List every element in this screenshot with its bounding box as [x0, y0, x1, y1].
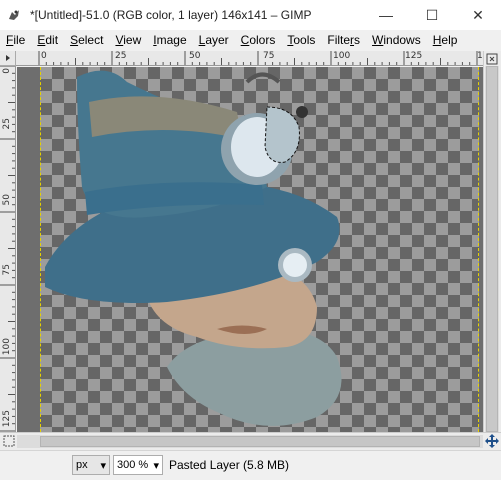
image-menu-button[interactable]	[0, 51, 16, 66]
move-arrows-icon	[485, 434, 499, 448]
canvas-area[interactable]	[17, 67, 483, 432]
menu-view[interactable]: View	[109, 30, 147, 50]
selection-outline	[264, 106, 300, 163]
ruler-label: 125	[2, 410, 12, 428]
horizontal-ruler[interactable]: 0 25 50 75 100 125 150	[16, 51, 483, 66]
ruler-label: 25	[115, 51, 127, 61]
ruler-label: 0	[41, 51, 47, 61]
ruler-label: 50	[189, 51, 201, 61]
goggle-knob	[296, 106, 308, 118]
quick-mask-toggle[interactable]	[2, 434, 16, 448]
unit-select[interactable]: px ▾	[72, 455, 110, 475]
horizontal-scrollbar[interactable]	[17, 435, 483, 448]
title-bar: *[Untitled]-51.0 (RGB color, 1 layer) 14…	[0, 0, 501, 30]
menu-layer[interactable]: Layer	[193, 30, 235, 50]
vertical-ruler[interactable]: 0 25 50 75 100 125	[0, 66, 16, 432]
menu-filters[interactable]: Filters	[321, 30, 366, 50]
zoom-image-button[interactable]	[484, 52, 500, 66]
ruler-label: 0	[2, 68, 12, 74]
menu-image[interactable]: Image	[147, 30, 192, 50]
gimp-logo-icon	[0, 0, 28, 30]
ruler-label: 125	[405, 51, 423, 61]
navigate-image-button[interactable]	[484, 433, 500, 449]
menu-colors[interactable]: Colors	[235, 30, 282, 50]
menu-tools[interactable]: Tools	[281, 30, 321, 50]
menu-windows[interactable]: Windows	[366, 30, 427, 50]
vertical-scrollbar[interactable]	[485, 66, 499, 432]
goggle-strap	[245, 72, 281, 84]
ruler-label: 75	[263, 51, 275, 61]
menu-edit[interactable]: Edit	[31, 30, 64, 50]
ruler-label: 100	[2, 338, 12, 356]
minimize-button[interactable]: —	[363, 0, 409, 30]
vertical-scrollbar-thumb[interactable]	[486, 66, 498, 432]
window-title: *[Untitled]-51.0 (RGB color, 1 layer) 14…	[30, 8, 312, 22]
chevron-down-icon: ▾	[153, 459, 159, 472]
ruler-label: 100	[333, 51, 351, 61]
zoom-select[interactable]: 300 % ▾	[113, 455, 163, 475]
quick-mask-icon	[3, 435, 15, 447]
horizontal-scrollbar-thumb[interactable]	[40, 436, 480, 447]
unit-value: px	[76, 459, 88, 471]
chevron-down-icon: ▾	[100, 459, 106, 472]
menu-file[interactable]: File	[0, 30, 31, 50]
menu-bar: File Edit Select View Image Layer Colors…	[0, 30, 501, 50]
zoom-value: 300 %	[117, 459, 149, 471]
close-button[interactable]: ✕	[455, 0, 501, 30]
menu-help[interactable]: Help	[427, 30, 464, 50]
maximize-button[interactable]: ☐	[409, 0, 455, 30]
wizard-artwork	[45, 70, 342, 426]
ruler-label: 75	[2, 264, 12, 276]
menu-select[interactable]: Select	[64, 30, 109, 50]
zoom-fit-icon	[486, 53, 498, 65]
ruler-label: 50	[2, 194, 12, 206]
layer-info-text: Pasted Layer (5.8 MB)	[169, 458, 290, 472]
eye-goggle-lens	[283, 253, 307, 277]
arrow-right-icon	[5, 55, 10, 61]
ruler-label: 25	[2, 118, 12, 130]
